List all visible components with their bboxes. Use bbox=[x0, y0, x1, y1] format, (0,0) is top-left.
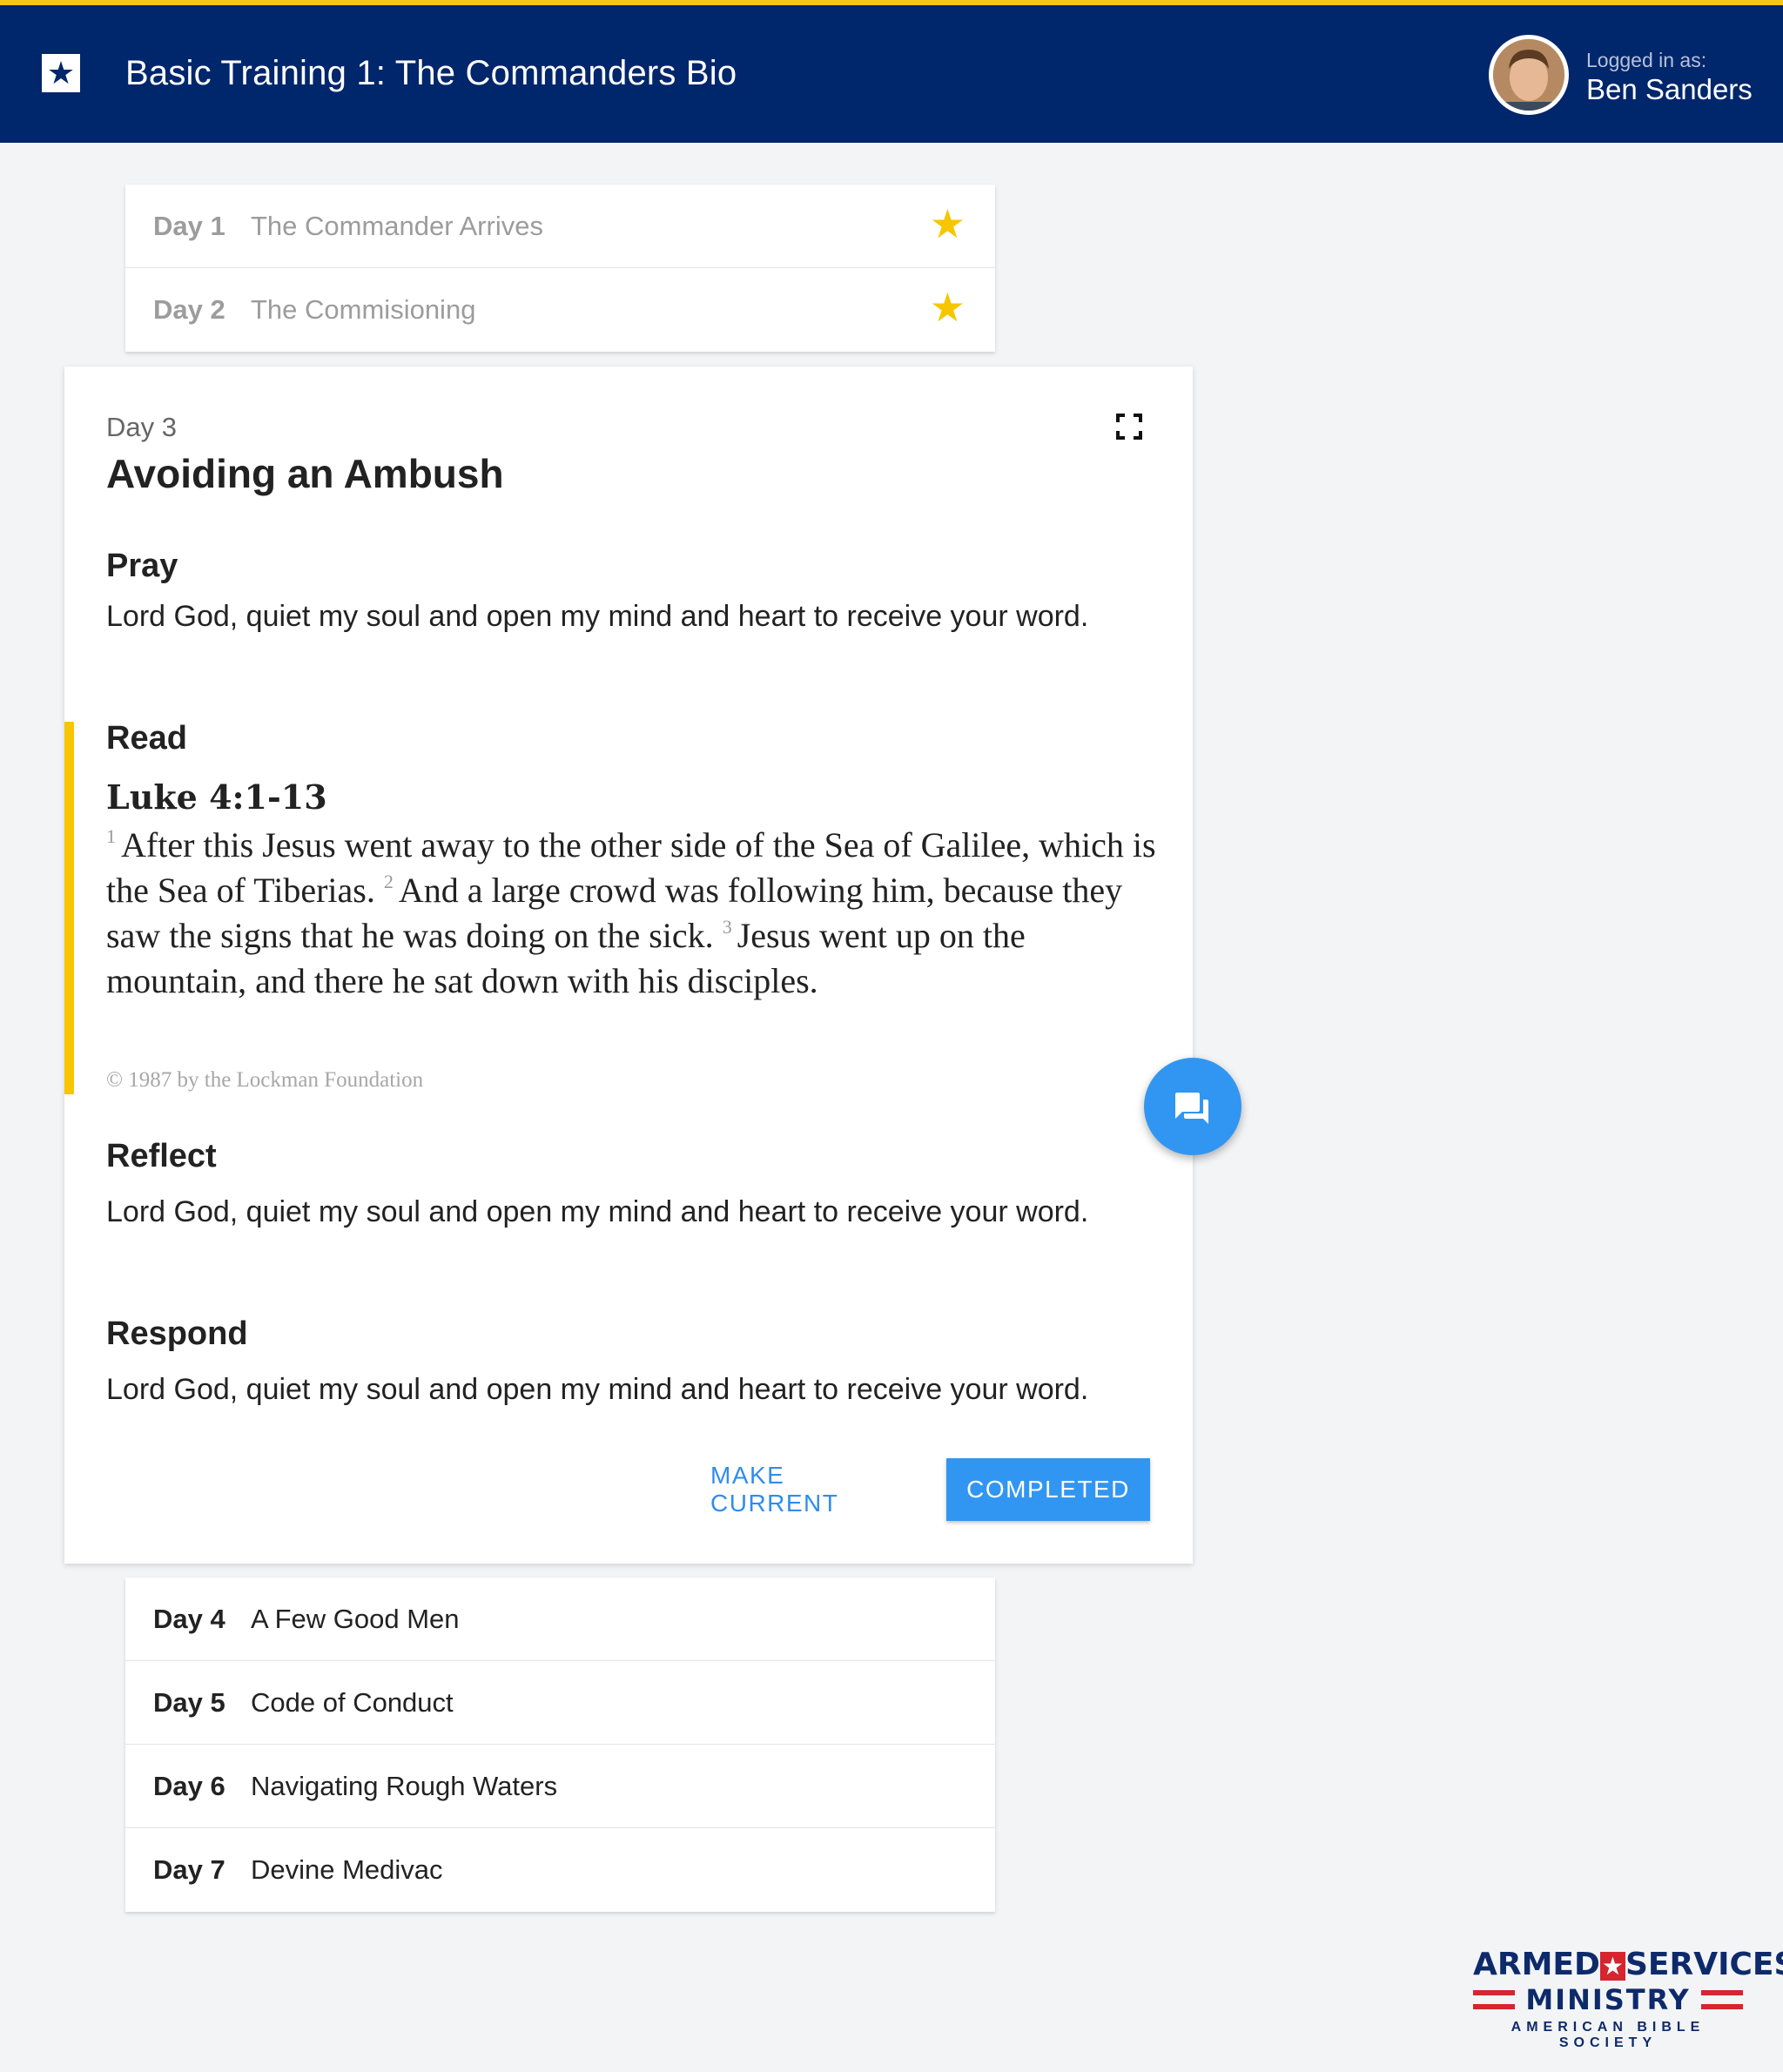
reflect-text: Lord God, quiet my soul and open my mind… bbox=[106, 1195, 1089, 1228]
day-title: Navigating Rough Waters bbox=[251, 1770, 558, 1801]
chat-icon bbox=[1175, 1093, 1208, 1124]
day-row-6[interactable]: Day 6 Navigating Rough Waters bbox=[125, 1745, 995, 1828]
app-header: ★ Basic Training 1: The Commanders Bio L… bbox=[0, 5, 1783, 143]
brand-stripes-left bbox=[1473, 1990, 1516, 2009]
respond-title: Respond bbox=[106, 1315, 248, 1352]
brand-tagline: AMERICAN BIBLE SOCIETY bbox=[1511, 2020, 1706, 2050]
verse-number: 2 bbox=[383, 871, 394, 892]
read-highlight-bar bbox=[64, 722, 74, 1094]
completed-star-icon: ★ bbox=[929, 285, 966, 330]
day-number: Day 6 bbox=[153, 1770, 225, 1801]
brand-word-services: SERVICES bbox=[1625, 1947, 1783, 1982]
brand-stripes-right bbox=[1700, 1990, 1743, 2009]
verse-number: 3 bbox=[722, 916, 732, 938]
day-title: Code of Conduct bbox=[251, 1686, 454, 1718]
completed-button[interactable]: COMPLETED bbox=[946, 1458, 1150, 1521]
verse-number: 1 bbox=[106, 825, 116, 847]
day-heading: Avoiding an Ambush bbox=[106, 451, 504, 496]
avatar[interactable] bbox=[1489, 35, 1569, 115]
day-row-4[interactable]: Day 4 A Few Good Men bbox=[125, 1578, 995, 1661]
day-number: Day 7 bbox=[153, 1854, 225, 1885]
day-row-2[interactable]: Day 2 The Commisioning ★ bbox=[125, 268, 995, 352]
upcoming-days-list: Day 4 A Few Good Men Day 5 Code of Condu… bbox=[125, 1578, 995, 1912]
pray-text: Lord God, quiet my soul and open my mind… bbox=[106, 600, 1089, 633]
current-day-card: Day 3 Avoiding an Ambush Pray Lord God, … bbox=[64, 367, 1193, 1564]
brand-line2: MINISTRY bbox=[1473, 1981, 1743, 2018]
brand-word-ministry: MINISTRY bbox=[1525, 1983, 1691, 2016]
scripture-text: 1 After this Jesus went away to the other… bbox=[106, 823, 1168, 1004]
day-label: Day 3 bbox=[106, 412, 177, 442]
brand-word-armed: ARMED bbox=[1473, 1947, 1600, 1982]
completed-days-list: Day 1 The Commander Arrives ★ Day 2 The … bbox=[125, 185, 995, 352]
read-title: Read bbox=[106, 720, 187, 757]
chat-button[interactable] bbox=[1144, 1058, 1241, 1155]
completed-star-icon: ★ bbox=[929, 201, 966, 246]
user-name: Ben Sanders bbox=[1586, 73, 1753, 105]
scripture-reference: Luke 4:1-13 bbox=[106, 777, 327, 817]
reflect-title: Reflect bbox=[106, 1138, 217, 1174]
make-current-button[interactable]: MAKE CURRENT bbox=[710, 1458, 916, 1521]
respond-text: Lord God, quiet my soul and open my mind… bbox=[106, 1373, 1089, 1406]
day-title: The Commisioning bbox=[251, 294, 476, 325]
copyright-notice: © 1987 by the Lockman Foundation bbox=[106, 1068, 424, 1092]
day-title: A Few Good Men bbox=[251, 1603, 460, 1634]
login-label: Logged in as: bbox=[1586, 49, 1707, 71]
day-number: Day 4 bbox=[153, 1603, 225, 1634]
day-number: Day 5 bbox=[153, 1686, 225, 1718]
brand-star-icon: ★ bbox=[1599, 1952, 1625, 1981]
day-row-5[interactable]: Day 5 Code of Conduct bbox=[125, 1661, 995, 1745]
day-row-7[interactable]: Day 7 Devine Medivac bbox=[125, 1828, 995, 1912]
day-number: Day 1 bbox=[153, 210, 225, 241]
fullscreen-icon[interactable] bbox=[1116, 414, 1142, 440]
star-logo-icon[interactable]: ★ bbox=[42, 54, 80, 92]
brand-line1: ARMED★SERVICES bbox=[1473, 1947, 1783, 1982]
day-number: Day 2 bbox=[153, 294, 225, 325]
day-title: Devine Medivac bbox=[251, 1854, 443, 1885]
armed-services-ministry-logo: ARMED★SERVICES MINISTRY AMERICAN BIBLE S… bbox=[1473, 1947, 1783, 2050]
day-row-1[interactable]: Day 1 The Commander Arrives ★ bbox=[125, 185, 995, 268]
day-title: The Commander Arrives bbox=[251, 210, 543, 241]
page-title: Basic Training 1: The Commanders Bio bbox=[125, 54, 737, 92]
pray-title: Pray bbox=[106, 548, 178, 584]
